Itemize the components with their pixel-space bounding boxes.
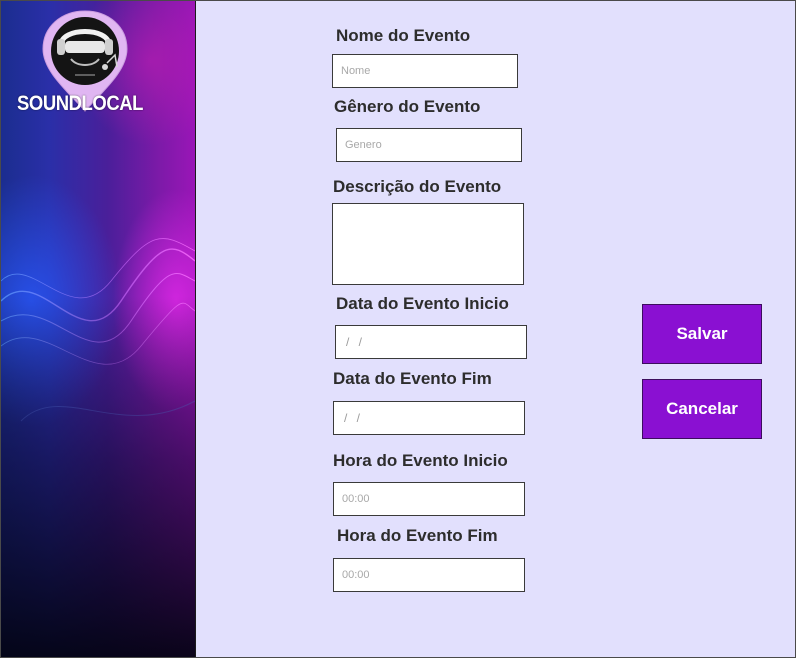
save-button[interactable]: Salvar [642,304,762,364]
event-form-window: SOUNDLOCAL Nome do Evento Gênero do Even… [0,0,796,658]
event-end-time-label: Hora do Evento Fim [337,526,498,545]
event-start-date-input[interactable]: / / [335,325,527,359]
event-description-textarea[interactable] [332,203,524,285]
event-start-date-label: Data do Evento Inicio [336,294,509,313]
event-genre-input[interactable] [336,128,522,162]
cancel-button[interactable]: Cancelar [642,379,762,439]
event-description-label: Descrição do Evento [333,177,502,196]
event-start-time-input[interactable] [333,482,525,516]
sidebar: SOUNDLOCAL [1,1,196,657]
event-name-input[interactable] [332,54,518,88]
event-start-time-label: Hora do Evento Inicio [333,451,508,470]
event-end-time-input[interactable] [333,558,525,592]
event-genre-label: Gênero do Evento [334,97,481,116]
event-end-date-label: Data do Evento Fim [333,369,492,388]
event-name-label: Nome do Evento [336,26,471,45]
event-end-date-input[interactable]: / / [333,401,525,435]
app-title: SOUNDLOCAL [17,92,143,115]
